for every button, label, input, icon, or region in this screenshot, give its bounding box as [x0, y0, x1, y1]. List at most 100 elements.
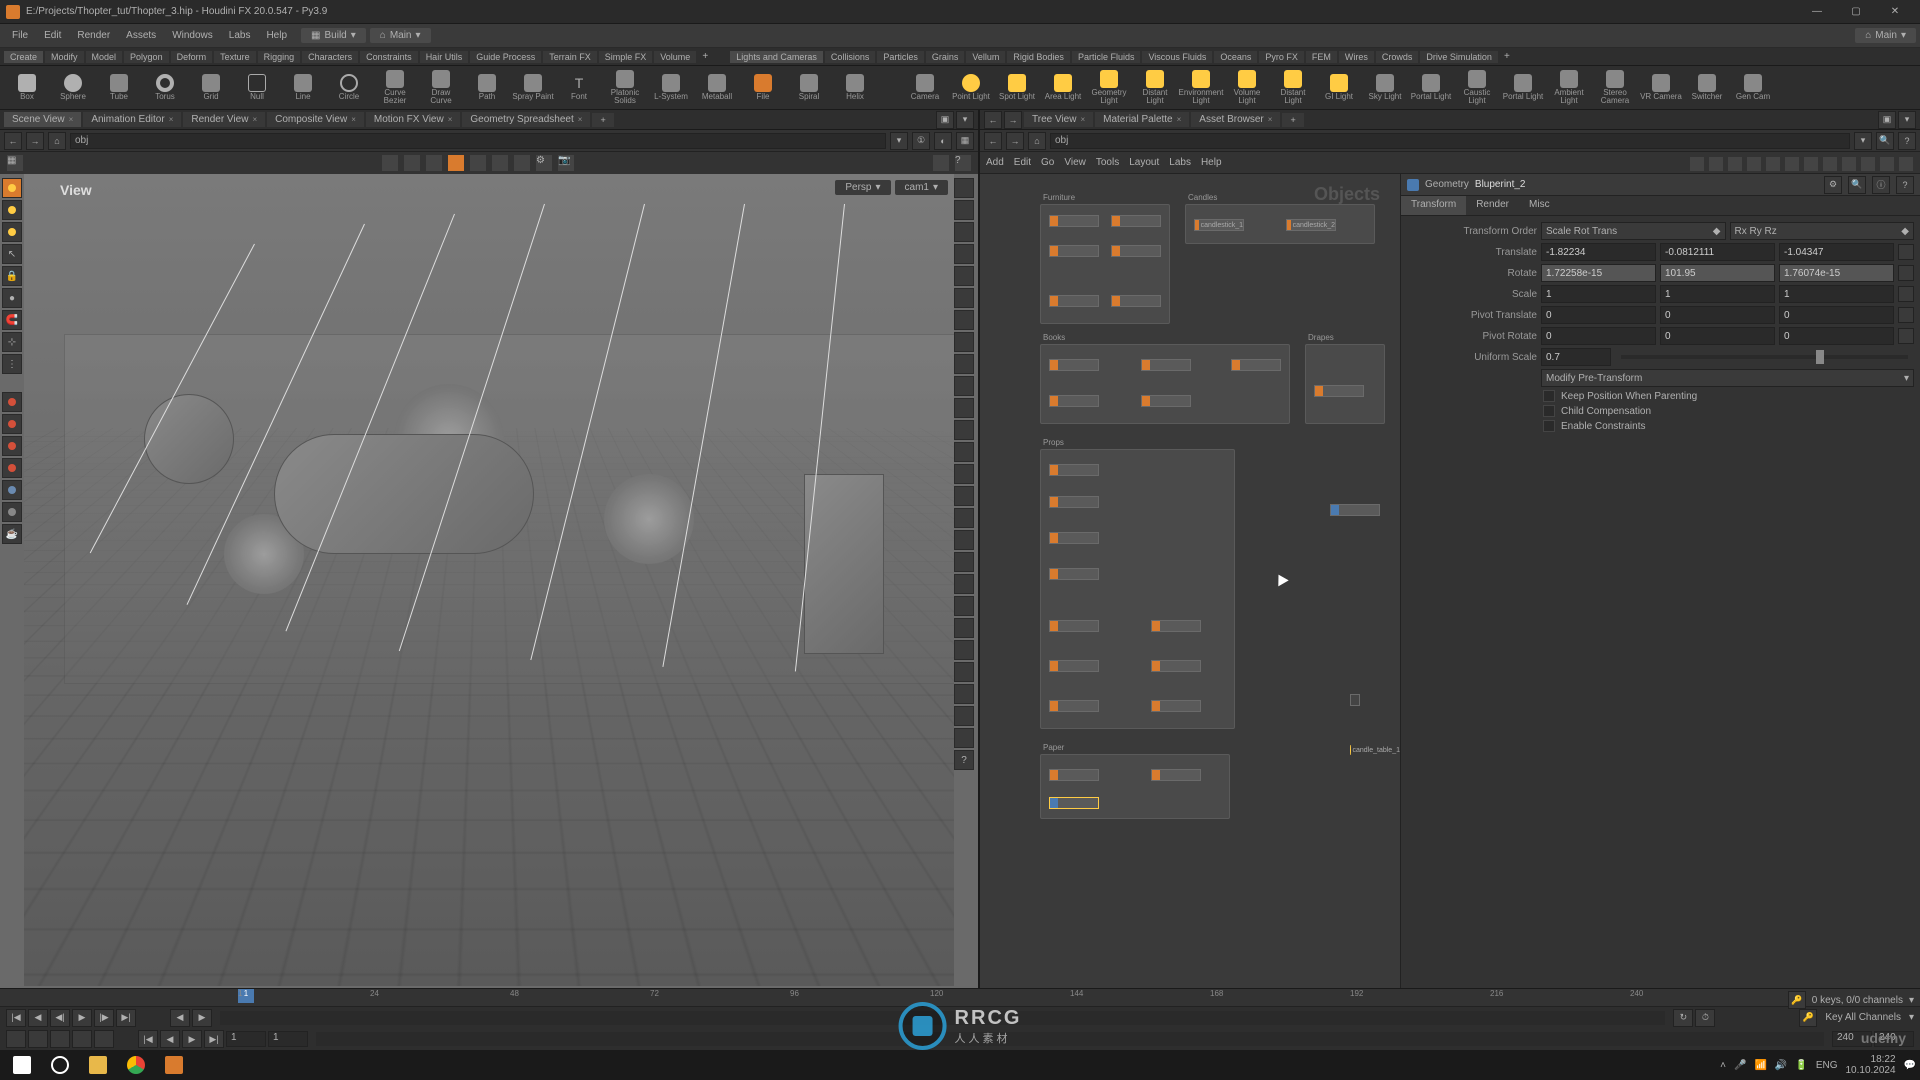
move-tool-icon[interactable] — [2, 200, 22, 220]
tx[interactable]: -1.82234 — [1541, 243, 1656, 261]
tab-add[interactable]: + — [592, 113, 613, 127]
sx[interactable]: 1 — [1541, 285, 1656, 303]
rt21[interactable] — [954, 618, 974, 638]
shelf-tab[interactable]: Particle Fluids — [1072, 51, 1141, 63]
tray-vol-icon[interactable]: 🔊 — [1775, 1060, 1787, 1071]
shelf-ambient[interactable]: Ambient Light — [1548, 68, 1590, 108]
pry[interactable]: 0 — [1660, 327, 1775, 345]
rt23[interactable] — [954, 662, 974, 682]
b6[interactable]: |◀ — [138, 1030, 158, 1048]
maximize-button[interactable]: ▢ — [1837, 1, 1875, 23]
rt15[interactable] — [954, 486, 974, 506]
path-input[interactable] — [70, 133, 886, 149]
chk-child-comp[interactable]: Child Compensation — [1407, 405, 1914, 417]
range-r[interactable]: ▶ — [192, 1009, 212, 1027]
nav-fwd2[interactable]: → — [1004, 111, 1022, 129]
rt3[interactable] — [954, 222, 974, 242]
netbox-furniture[interactable]: Furniture — [1040, 204, 1170, 324]
shelf-stereo[interactable]: Stereo Camera — [1594, 68, 1636, 108]
shelf-path[interactable]: Path — [466, 68, 508, 108]
shelf-tab[interactable]: Characters — [302, 51, 358, 63]
shelf-tab[interactable]: Volume — [654, 51, 696, 63]
ni3[interactable] — [1727, 156, 1743, 172]
shelf-tab[interactable]: Particles — [877, 51, 924, 63]
vp-gear-icon[interactable]: ⚙ — [535, 154, 553, 172]
cam-dropdown[interactable]: cam1 ▾ — [895, 180, 948, 195]
rt20[interactable] — [954, 596, 974, 616]
first-frame-icon[interactable]: |◀ — [6, 1009, 26, 1027]
shelf-sphere[interactable]: Sphere — [52, 68, 94, 108]
shelf-tab[interactable]: Constraints — [360, 51, 418, 63]
rt26[interactable] — [954, 728, 974, 748]
shelf-tab[interactable]: Wires — [1339, 51, 1374, 63]
menu-windows[interactable]: Windows — [164, 24, 221, 48]
opt2-icon[interactable]: ◐ — [934, 132, 952, 150]
shelf-draw-curve[interactable]: Draw Curve — [420, 68, 462, 108]
rt14[interactable] — [954, 464, 974, 484]
netbox-props[interactable]: Props — [1040, 449, 1235, 729]
rt9[interactable] — [954, 354, 974, 374]
net-go[interactable]: Go — [1041, 157, 1054, 168]
shelf-tab[interactable]: Modify — [45, 51, 84, 63]
nav-fwd-icon[interactable]: → — [26, 132, 44, 150]
shelf-tab-lights[interactable]: Lights and Cameras — [730, 51, 823, 63]
vp-tool1[interactable] — [381, 154, 399, 172]
pty[interactable]: 0 — [1660, 306, 1775, 324]
tab-add2[interactable]: + — [1282, 113, 1303, 127]
net-edit[interactable]: Edit — [1014, 157, 1031, 168]
vp-tool6[interactable] — [491, 154, 509, 172]
tab-asset[interactable]: Asset Browser× — [1191, 112, 1280, 127]
shelf-tab[interactable]: Rigid Bodies — [1007, 51, 1070, 63]
net-view[interactable]: View — [1064, 157, 1086, 168]
rt17[interactable] — [954, 530, 974, 550]
chk-enable-con[interactable]: Enable Constraints — [1407, 420, 1914, 432]
tab-tree[interactable]: Tree View× — [1024, 112, 1093, 127]
close-button[interactable]: ✕ — [1876, 1, 1914, 23]
tab-composite[interactable]: Composite View× — [267, 112, 364, 127]
shelf-tab[interactable]: Oceans — [1214, 51, 1257, 63]
loose-light1[interactable]: candle_table_1 — [1350, 744, 1400, 756]
shelf-add-right[interactable]: + — [1500, 51, 1514, 62]
paint1-icon[interactable] — [2, 392, 22, 412]
persp-dropdown[interactable]: Persp ▾ — [835, 180, 890, 195]
play-back-icon[interactable]: ◀| — [50, 1009, 70, 1027]
net-layout[interactable]: Layout — [1129, 157, 1159, 168]
mag-icon[interactable]: 🧲 — [2, 310, 22, 330]
b5[interactable] — [94, 1030, 114, 1048]
tray-lang[interactable]: ENG — [1816, 1060, 1838, 1071]
loose-node1[interactable] — [1330, 504, 1380, 516]
path-input2[interactable] — [1050, 133, 1850, 149]
shelf-tab[interactable]: Drive Simulation — [1420, 51, 1498, 63]
rt-help-icon[interactable]: ? — [954, 750, 974, 770]
rt22[interactable] — [954, 640, 974, 660]
ptab-misc[interactable]: Misc — [1519, 196, 1560, 215]
shelf-font[interactable]: TFont — [558, 68, 600, 108]
ni9[interactable] — [1841, 156, 1857, 172]
shelf-tab[interactable]: Deform — [171, 51, 213, 63]
shelf-geolight[interactable]: Geometry Light — [1088, 68, 1130, 108]
step-back-icon[interactable]: ◀ — [28, 1009, 48, 1027]
frame-b[interactable]: 1 — [268, 1031, 308, 1047]
pane-opts2[interactable]: ▾ — [1898, 111, 1916, 129]
shelf-tab[interactable]: Hair Utils — [420, 51, 469, 63]
menu-assets[interactable]: Assets — [118, 24, 164, 48]
shelf-tab[interactable]: FEM — [1306, 51, 1337, 63]
vp-tool3[interactable] — [425, 154, 443, 172]
shelf-caustic[interactable]: Caustic Light — [1456, 68, 1498, 108]
rt13[interactable] — [954, 442, 974, 462]
tray-mic-icon[interactable]: 🎤 — [1734, 1060, 1746, 1071]
shelf-platonic[interactable]: Platonic Solids — [604, 68, 646, 108]
nav-back-icon[interactable]: ← — [4, 132, 22, 150]
netbox-paper[interactable]: Paper — [1040, 754, 1230, 819]
shelf-spray[interactable]: Spray Paint — [512, 68, 554, 108]
tab-scene-view[interactable]: Scene View× — [4, 112, 81, 127]
ptab-transform[interactable]: Transform — [1401, 196, 1466, 215]
menu-help[interactable]: Help — [258, 24, 295, 48]
netbox-books[interactable]: Books — [1040, 344, 1290, 424]
r-extra[interactable] — [1898, 265, 1914, 281]
sz[interactable]: 1 — [1779, 285, 1894, 303]
rt24[interactable] — [954, 684, 974, 704]
houdini-icon[interactable] — [156, 1051, 192, 1079]
rt25[interactable] — [954, 706, 974, 726]
rt10[interactable] — [954, 376, 974, 396]
